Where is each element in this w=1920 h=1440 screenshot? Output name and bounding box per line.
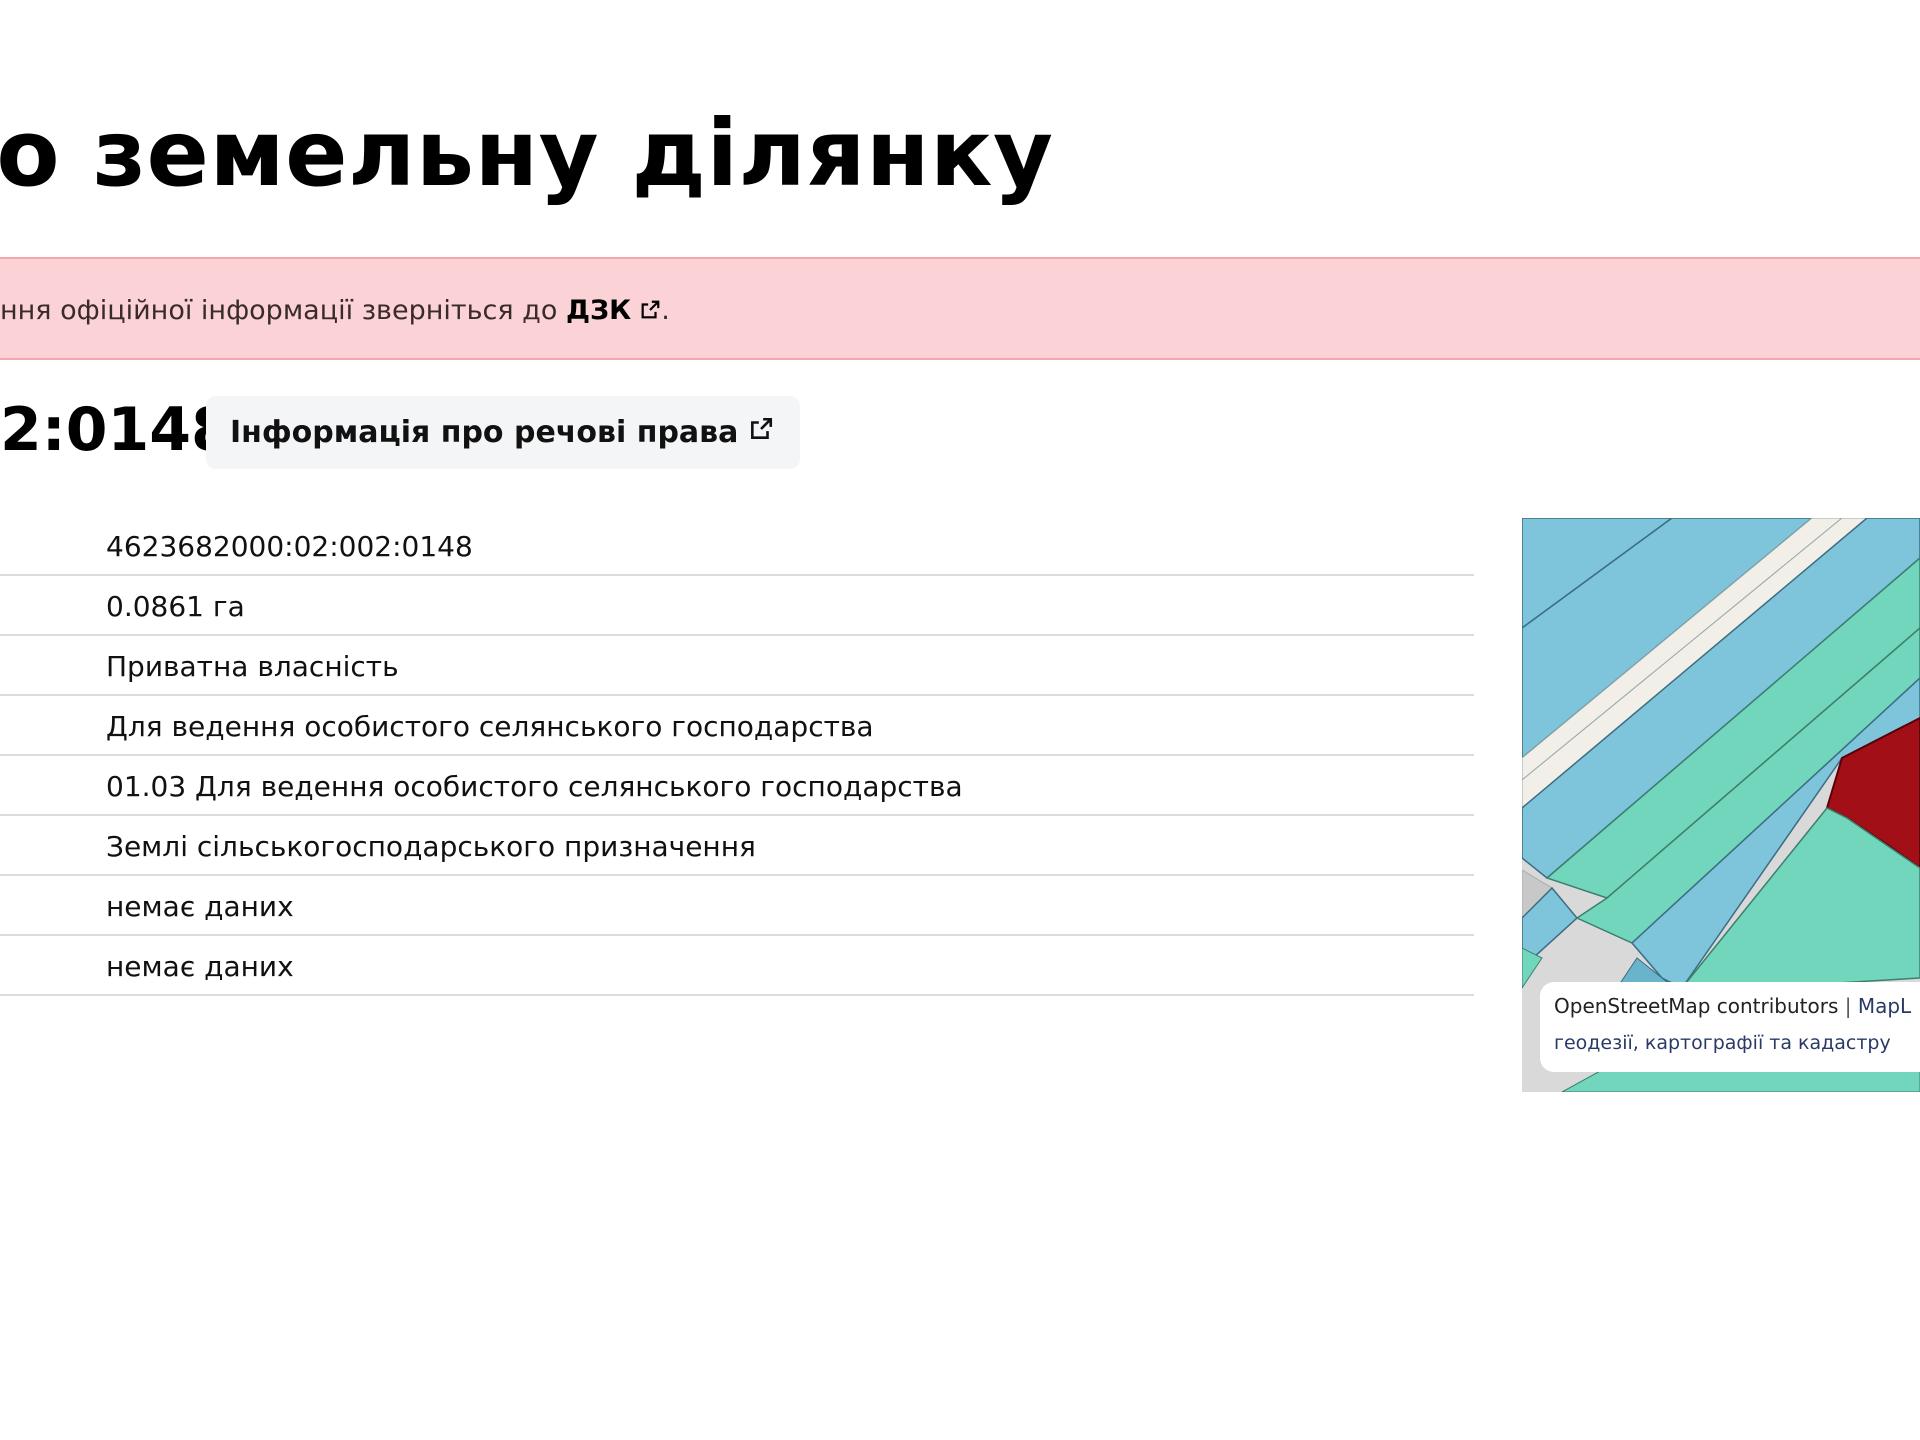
alert-banner: ння офіційної інформації зверніться до Д… [0, 257, 1920, 360]
row-value-purpose-code: 01.03 Для ведення особистого селянського… [106, 770, 963, 803]
row-value-no-data-1: немає даних [106, 890, 294, 923]
row-value-area: 0.0861 га [106, 590, 245, 623]
cadastral-number-heading: 2:0148 [0, 395, 233, 465]
table-row: немає даних [0, 936, 1474, 996]
page: ро земельну ділянку ння офіційної інформ… [0, 0, 1920, 1440]
alert-suffix: . [661, 295, 670, 326]
table-row: Приватна власність [0, 636, 1474, 696]
table-row: 4623682000:02:002:0148 [0, 516, 1474, 576]
row-value-no-data-2: немає даних [106, 950, 294, 983]
table-row: 01.03 Для ведення особистого селянського… [0, 756, 1474, 816]
attribution-separator: | [1844, 994, 1852, 1018]
parcel-map[interactable]: OpenStreetMap contributors | MapL геодез… [1522, 518, 1920, 1092]
row-value-ownership: Приватна власність [106, 650, 399, 683]
property-rights-button-label: Інформація про речові права [230, 415, 739, 450]
map-attribution: OpenStreetMap contributors | MapL геодез… [1540, 982, 1920, 1072]
osm-attribution-link[interactable]: OpenStreetMap contributors [1554, 994, 1838, 1018]
table-row: Землі сільськогосподарського призначення [0, 816, 1474, 876]
table-row: немає даних [0, 876, 1474, 936]
row-value-cadastral-number: 4623682000:02:002:0148 [106, 530, 473, 563]
page-title: ро земельну ділянку [0, 100, 1054, 207]
external-link-icon [748, 415, 774, 450]
row-value-purpose: Для ведення особистого селянського госпо… [106, 710, 874, 743]
attribution-line-2: геодезії, картографії та кадастру [1554, 1032, 1891, 1054]
dzk-link[interactable]: ДЗК [566, 295, 661, 326]
parcel-info-table: 4623682000:02:002:0148 0.0861 га Приватн… [0, 516, 1474, 996]
dzk-link-label: ДЗК [565, 295, 632, 326]
alert-message: ння офіційної інформації зверніться до [0, 295, 566, 326]
property-rights-button[interactable]: Інформація про речові права [206, 396, 801, 469]
attribution-line-1: OpenStreetMap contributors | MapL [1554, 994, 1920, 1018]
row-value-land-category: Землі сільськогосподарського призначення [106, 830, 756, 863]
maplibre-attribution-link[interactable]: MapL [1858, 994, 1911, 1018]
table-row: Для ведення особистого селянського госпо… [0, 696, 1474, 756]
table-row: 0.0861 га [0, 576, 1474, 636]
alert-text: ння офіційної інформації зверніться до Д… [0, 295, 670, 328]
external-link-icon [639, 297, 661, 328]
